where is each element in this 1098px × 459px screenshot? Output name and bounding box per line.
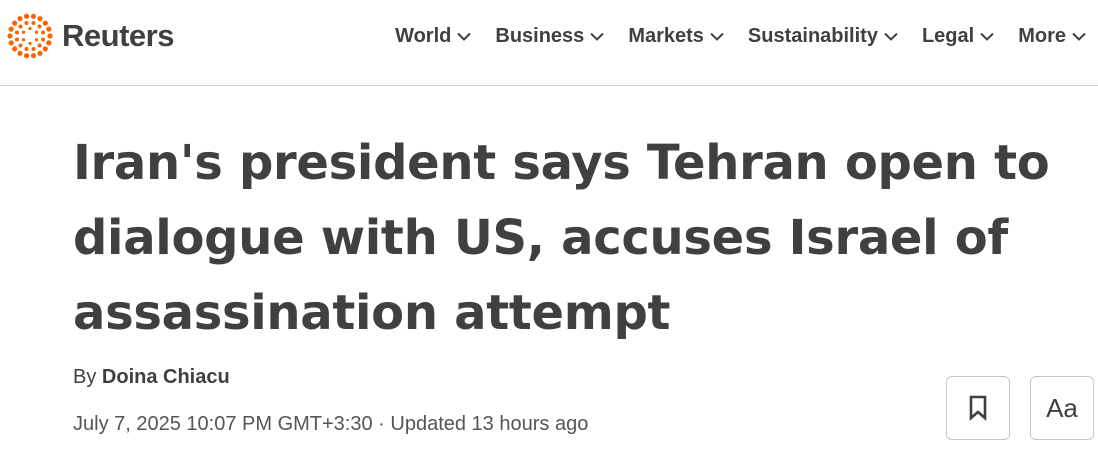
logo-dot — [21, 38, 26, 42]
nav-item-label: World — [395, 24, 452, 47]
logo-dot — [37, 24, 42, 29]
nav-item-label: Legal — [921, 24, 975, 47]
logo-dot — [30, 53, 37, 59]
logo-dot — [8, 40, 14, 46]
logo-dot — [24, 47, 29, 52]
bookmark-button[interactable] — [946, 376, 1010, 440]
logo-dot — [14, 37, 19, 42]
logo-dot — [7, 33, 13, 39]
logo-dot — [18, 24, 23, 29]
chevron-down-icon — [590, 32, 605, 41]
logo-dot — [34, 38, 39, 42]
logo-dot — [14, 30, 19, 35]
byline-prefix: By — [73, 366, 102, 388]
main-nav: World Business Markets Sustainability Le… — [395, 22, 1086, 50]
nav-item-markets[interactable]: Markets — [628, 22, 724, 50]
logo-dot — [24, 20, 29, 25]
byline: By Doina Chiacu — [73, 366, 230, 389]
logo-dot — [41, 30, 46, 35]
article-headline: Iran's president says Tehran open to dia… — [73, 135, 1050, 341]
logo-dot — [42, 20, 48, 26]
logo-dot — [8, 26, 14, 32]
logo-dot — [17, 16, 23, 22]
reuters-logo[interactable]: Reuters — [6, 12, 174, 60]
logo-dot — [28, 26, 32, 31]
text-size-button[interactable]: Aa — [1030, 376, 1094, 440]
nav-item-business[interactable]: Business — [495, 22, 605, 50]
site-header: Reuters World Business Markets Sustainab… — [0, 0, 1098, 86]
logo-dot — [23, 13, 30, 19]
logo-dot — [37, 43, 42, 48]
article-dateline: July 7, 2025 10:07 PM GMT+3:30 · Updated… — [73, 413, 589, 435]
logo-dot — [46, 26, 52, 32]
text-size-label: Aa — [1046, 392, 1078, 423]
bookmark-icon — [969, 395, 987, 421]
nav-item-label: Business — [495, 24, 585, 47]
logo-dot — [47, 33, 53, 39]
logo-dot — [12, 20, 18, 26]
chevron-down-icon — [710, 32, 724, 41]
logo-dot — [42, 46, 48, 52]
logo-dot — [12, 46, 18, 52]
chevron-down-icon — [1072, 32, 1086, 41]
nav-item-label: More — [1018, 24, 1066, 47]
nav-item-legal[interactable]: Legal — [922, 22, 994, 50]
nav-item-more[interactable]: More — [1018, 22, 1086, 50]
logo-dot — [18, 43, 23, 48]
logo-dot — [23, 53, 30, 59]
logo-dot — [28, 41, 32, 46]
nav-item-world[interactable]: World — [395, 22, 472, 50]
chevron-down-icon — [457, 32, 472, 41]
nav-item-sustainability[interactable]: Sustainability — [748, 22, 898, 50]
logo-dot — [31, 20, 36, 25]
author-link[interactable]: Doina Chiacu — [102, 366, 230, 388]
reuters-dot-ring-icon — [7, 13, 53, 59]
logo-dot — [17, 50, 23, 56]
logo-text: Reuters — [62, 18, 174, 53]
logo-dot — [37, 50, 43, 56]
logo-dot — [30, 13, 37, 19]
logo-dot — [46, 40, 52, 46]
nav-item-label: Sustainability — [747, 24, 878, 47]
logo-dot — [21, 30, 26, 34]
logo-dot — [37, 16, 43, 22]
chevron-down-icon — [980, 32, 994, 41]
chevron-down-icon — [884, 32, 898, 41]
logo-dot — [34, 30, 39, 34]
logo-dot — [31, 47, 36, 52]
logo-dot — [41, 37, 46, 42]
nav-item-label: Markets — [628, 24, 704, 47]
